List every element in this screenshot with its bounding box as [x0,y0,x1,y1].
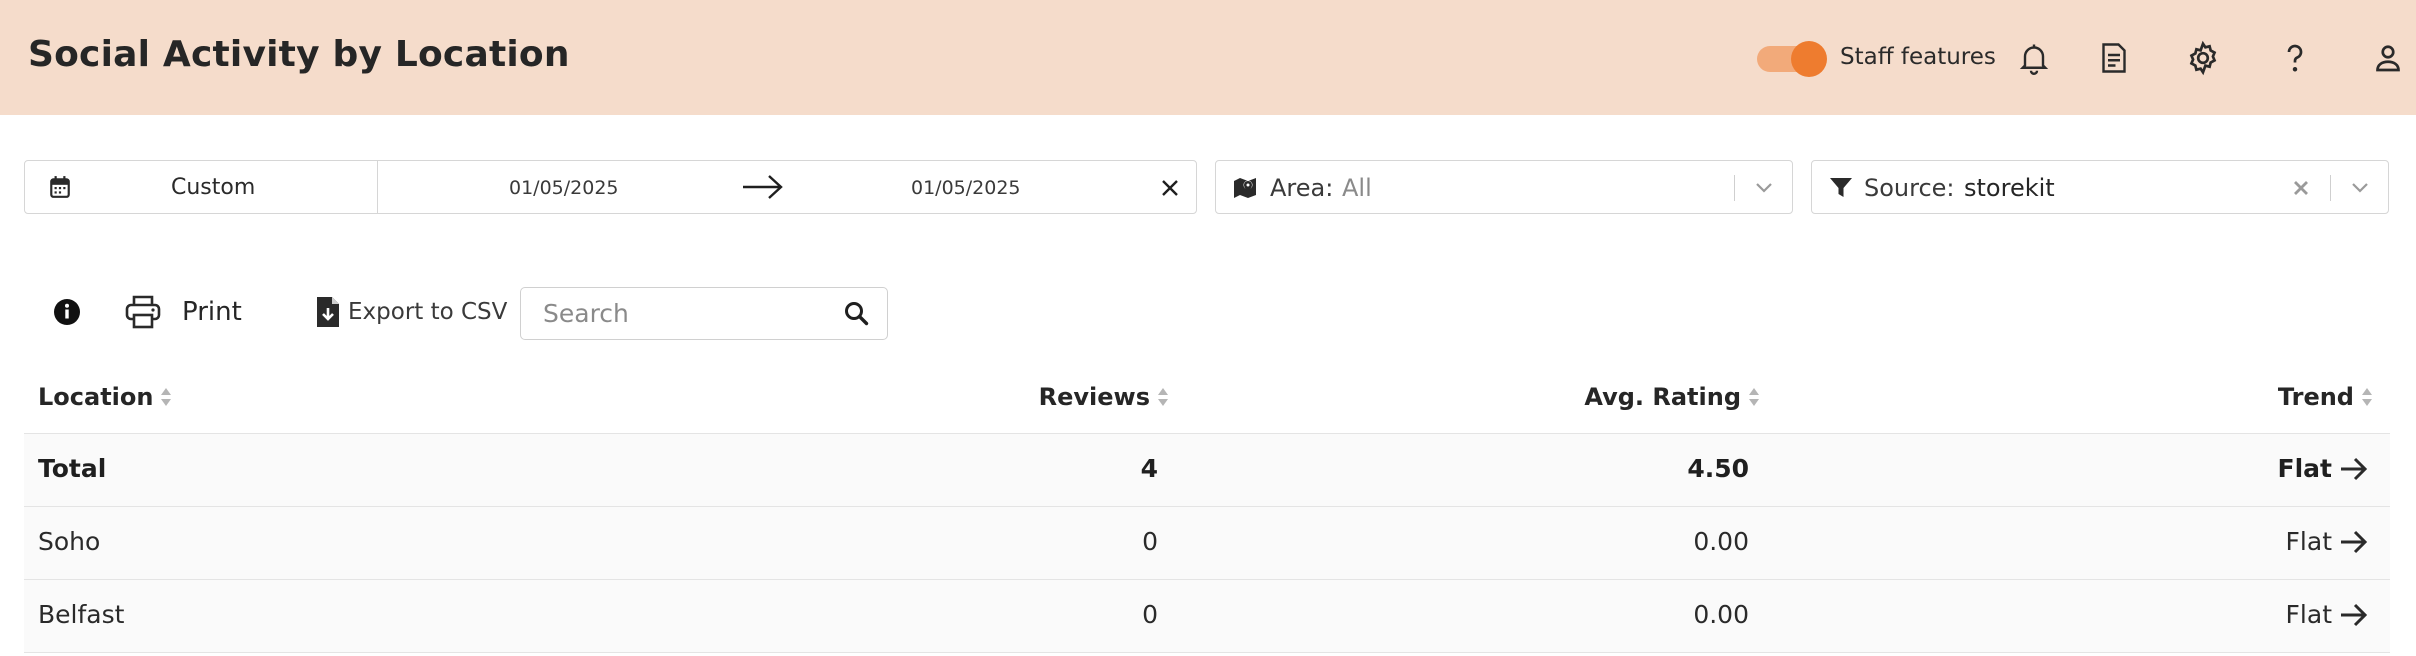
export-csv-button[interactable]: Export to CSV [316,290,507,334]
sort-icon [1749,388,1759,406]
staff-features-toggle[interactable] [1757,41,1827,77]
report-icon[interactable] [2094,38,2134,78]
staff-features-label: Staff features [1840,44,1996,70]
map-pin-icon [1234,178,1256,198]
filter-icon [1830,178,1852,197]
table-row[interactable]: Soho 0 0.00 Flat [24,507,2390,580]
area-value: All [1342,174,1372,202]
file-download-icon [317,297,339,327]
search-icon[interactable] [843,300,871,328]
cell-reviews: 0 [1142,600,1158,629]
arrow-right-icon [2341,457,2368,480]
cell-avg-rating: 0.00 [1693,527,1749,556]
chevron-down-icon[interactable] [2347,175,2373,201]
date-preset-select[interactable]: Custom [25,161,378,213]
help-icon[interactable] [2275,38,2315,78]
sort-icon [161,388,172,406]
area-select[interactable]: Area: All [1215,160,1793,214]
arrow-right-icon [743,175,783,199]
source-select[interactable]: Source: storekit [1811,160,2389,214]
select-separator [2330,175,2331,201]
cell-avg-rating: 0.00 [1693,600,1749,629]
cell-trend: Flat [2286,600,2370,629]
cell-location: Soho [38,527,101,556]
column-header-reviews[interactable]: Reviews [1039,383,1170,411]
select-separator [1734,175,1735,201]
cell-location: Total [38,454,107,483]
calendar-icon [50,176,70,198]
print-button[interactable]: Print [124,290,242,334]
chevron-down-icon[interactable] [1751,175,1777,201]
source-value: storekit [1964,174,2055,202]
source-label: Source: [1864,174,1955,202]
cell-avg-rating: 4.50 [1687,454,1749,483]
close-icon[interactable] [1155,173,1185,203]
trend-label: Flat [2285,600,2332,629]
start-date-input[interactable]: 01/05/2025 [509,177,619,199]
user-icon[interactable] [2368,38,2408,78]
page-title: Social Activity by Location [28,34,570,75]
bell-icon[interactable] [2014,38,2054,78]
cell-trend: Flat [2278,454,2370,483]
table-row-total[interactable]: Total 4 4.50 Flat [24,434,2390,507]
end-date-input[interactable]: 01/05/2025 [911,177,1021,199]
cell-reviews: 4 [1140,454,1158,483]
column-header-location[interactable]: Location [38,383,173,411]
trend-label: Flat [2285,527,2332,556]
column-header-avg-rating[interactable]: Avg. Rating [1584,383,1761,411]
sort-icon [2362,388,2372,406]
toggle-knob [1791,41,1827,77]
table-header: Location Reviews Avg. Rating Trend [24,365,2390,434]
location-table: Location Reviews Avg. Rating Trend Total… [24,365,2390,653]
date-preset-label: Custom [171,175,256,200]
arrow-right-icon [2341,530,2368,553]
print-label: Print [182,297,242,327]
cell-location: Belfast [38,600,125,629]
printer-icon [125,295,161,329]
app-header: Social Activity by Location Staff featur… [0,0,2416,115]
trend-label: Flat [2277,454,2332,483]
date-range-filter: Custom 01/05/2025 01/05/2025 [24,160,1197,214]
search-input[interactable] [523,290,823,337]
clear-icon[interactable] [2287,174,2315,202]
arrow-right-icon [2341,603,2368,626]
gear-icon[interactable] [2183,38,2223,78]
area-label: Area: [1270,174,1334,202]
cell-trend: Flat [2286,527,2370,556]
export-csv-label: Export to CSV [348,299,508,325]
sort-icon [1158,388,1168,406]
cell-reviews: 0 [1142,527,1158,556]
search-box [520,287,888,340]
table-row[interactable]: Belfast 0 0.00 Flat [24,580,2390,653]
info-icon[interactable] [52,297,82,327]
column-header-trend[interactable]: Trend [2278,383,2374,411]
